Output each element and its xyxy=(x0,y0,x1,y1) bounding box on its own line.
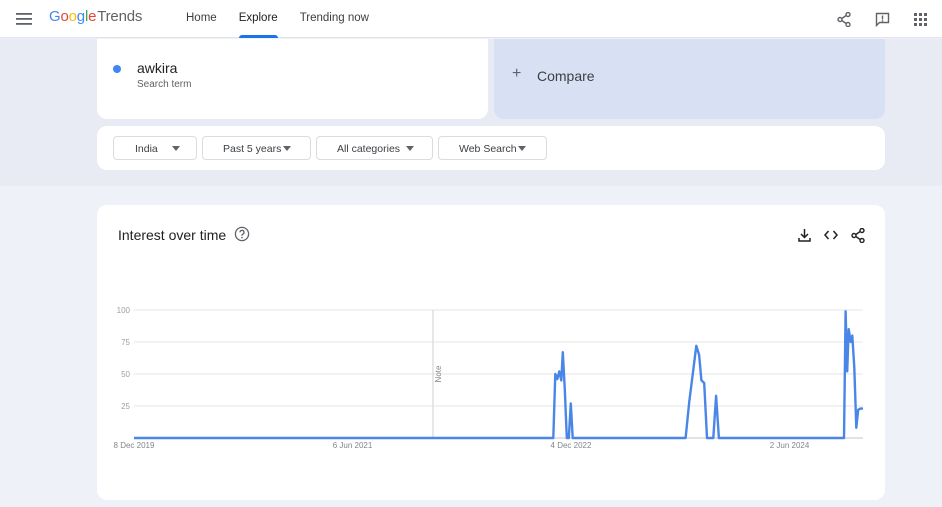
compare-button[interactable]: + Compare xyxy=(494,39,885,119)
nav-explore[interactable]: Explore xyxy=(238,0,278,38)
chart-actions xyxy=(786,226,867,244)
time-range-dropdown[interactable]: Past 5 years xyxy=(202,136,311,160)
filter-bar: India Past 5 years All categories Web Se… xyxy=(97,126,885,170)
chart-title: Interest over time xyxy=(118,227,227,243)
chevron-down-icon xyxy=(283,146,291,151)
interest-over-time-card: Interest over time xyxy=(97,205,885,500)
category-dropdown-label: All categories xyxy=(337,143,401,155)
logo-product-name: Trends xyxy=(97,8,143,25)
embed-icon[interactable] xyxy=(822,226,840,244)
apps-grid-icon[interactable] xyxy=(908,7,932,31)
search-term-name[interactable]: awkira xyxy=(137,60,177,76)
search-type-dropdown[interactable]: Web Search xyxy=(438,136,547,160)
nav-trending-now[interactable]: Trending now xyxy=(300,0,369,38)
share-icon[interactable] xyxy=(832,7,856,31)
time-range-dropdown-label: Past 5 years xyxy=(223,143,282,155)
region-dropdown[interactable]: India xyxy=(113,136,197,160)
region-dropdown-label: India xyxy=(135,143,158,155)
search-type-dropdown-label: Web Search xyxy=(459,143,517,155)
top-app-bar: GoogleTrends Home Explore Trending now xyxy=(0,0,942,38)
main-nav: Home Explore Trending now xyxy=(186,0,391,38)
top-actions xyxy=(818,7,932,31)
category-dropdown[interactable]: All categories xyxy=(316,136,433,160)
compare-label: Compare xyxy=(537,68,595,84)
google-trends-logo[interactable]: GoogleTrends xyxy=(49,8,142,25)
chevron-down-icon xyxy=(518,146,526,151)
search-term-card[interactable]: awkira Search term xyxy=(97,39,488,119)
share-icon[interactable] xyxy=(849,226,867,244)
plus-icon: + xyxy=(512,65,522,82)
chevron-down-icon xyxy=(172,146,180,151)
feedback-icon[interactable] xyxy=(870,7,894,31)
series-color-dot xyxy=(113,65,121,73)
nav-home[interactable]: Home xyxy=(186,0,217,38)
help-icon[interactable] xyxy=(234,226,250,242)
download-icon[interactable] xyxy=(795,226,813,244)
menu-icon[interactable] xyxy=(12,7,36,31)
search-term-sublabel: Search term xyxy=(137,79,192,90)
chevron-down-icon xyxy=(406,146,414,151)
